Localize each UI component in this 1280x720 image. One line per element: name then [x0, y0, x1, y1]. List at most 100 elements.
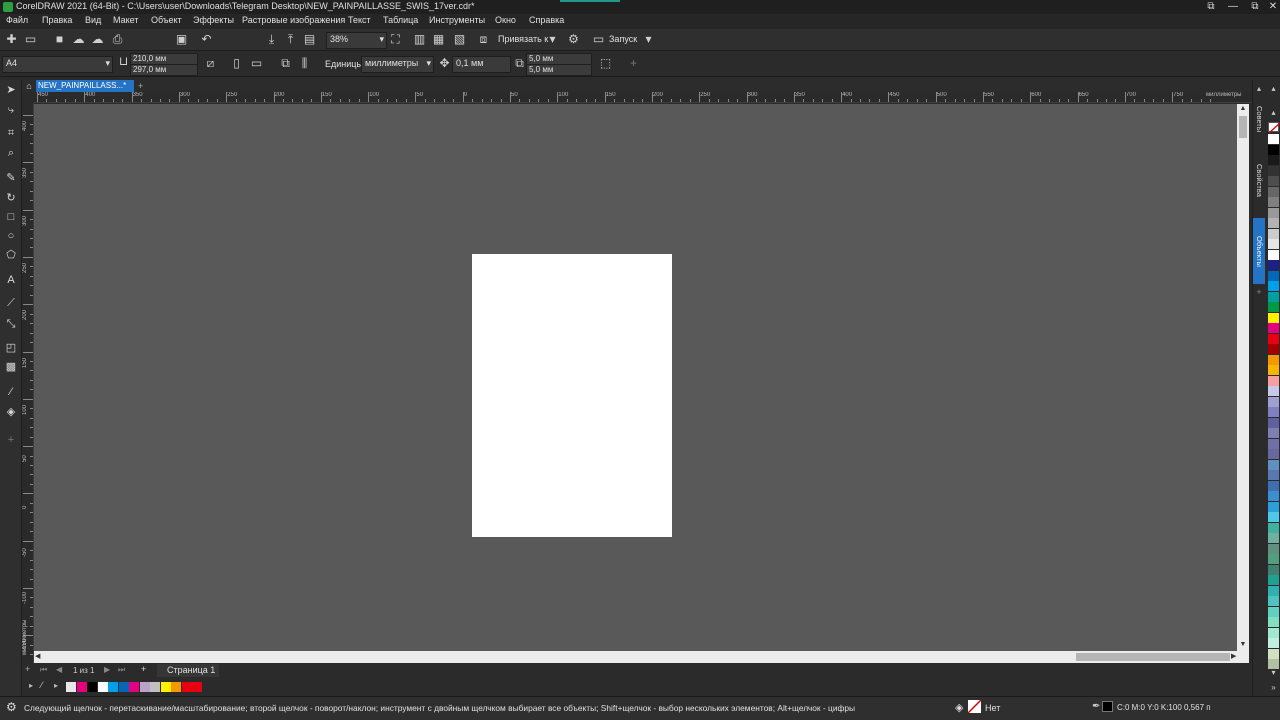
doc-palette-swatch[interactable] [97, 682, 108, 692]
palette-swatch[interactable] [1268, 407, 1279, 417]
pick-tool-icon[interactable]: ➤ [4, 83, 18, 97]
palette-swatch[interactable] [1268, 648, 1279, 659]
doc-palette-swatch[interactable] [129, 682, 139, 692]
menu-edit[interactable]: Правка [42, 15, 72, 25]
undo-icon[interactable]: ↶ [199, 32, 214, 47]
coreldraw-app-icon[interactable] [3, 2, 13, 12]
current-page-icon[interactable]: ⧉ [278, 56, 293, 71]
minimize-button[interactable]: — [1222, 0, 1244, 14]
palette-swatch[interactable] [1268, 344, 1279, 354]
palette-swatch[interactable] [1268, 165, 1279, 176]
zoom-tool-icon[interactable]: ⌕ [4, 146, 18, 160]
palette-swatch[interactable] [1268, 543, 1279, 554]
grid-icon[interactable]: ▦ [431, 32, 446, 47]
palette-swatch[interactable] [1268, 365, 1279, 375]
export-icon[interactable]: ⤒ [283, 32, 298, 47]
palette-expand-icon[interactable]: » [1268, 683, 1279, 693]
palette-swatch[interactable] [1268, 354, 1279, 365]
doc-palette-swatch[interactable] [66, 682, 76, 692]
document-page[interactable] [472, 254, 672, 537]
palette-swatch[interactable] [1268, 575, 1279, 585]
palette-swatch[interactable] [1268, 396, 1279, 407]
palette-swatch[interactable] [1268, 144, 1279, 155]
palette-swatch[interactable] [1268, 501, 1279, 512]
palette-swatch[interactable] [1268, 281, 1279, 291]
menu-object[interactable]: Объект [151, 15, 182, 25]
eyedropper-icon[interactable]: ⁄ [4, 385, 18, 399]
vertical-scrollbar[interactable] [1237, 104, 1249, 651]
horizontal-scroll-thumb[interactable] [1076, 653, 1230, 661]
units-combo[interactable]: миллиметры ▾ [361, 56, 434, 73]
menu-table[interactable]: Таблица [383, 15, 418, 25]
vertical-ruler[interactable]: 400 350 300 250 200 150 100 50 0 -50 -100 -150 милли… [22, 103, 34, 663]
last-page-icon[interactable]: ⏭ [118, 665, 125, 675]
palette-swatch[interactable] [1268, 375, 1279, 386]
palette-swatch[interactable] [1268, 564, 1279, 575]
transparency-icon[interactable]: ▩ [4, 360, 18, 374]
doc-palette-swatch[interactable] [87, 682, 97, 692]
palette-swatch[interactable] [1268, 291, 1279, 302]
print-icon[interactable]: ⎙ [110, 32, 125, 47]
menu-help[interactable]: Справка [529, 15, 564, 25]
palette-swatch[interactable] [1268, 218, 1279, 228]
menu-tools[interactable]: Инструменты [429, 15, 485, 25]
palette-swatch[interactable] [1268, 302, 1279, 312]
drop-shadow-icon[interactable]: ◰ [4, 341, 18, 355]
new-document-icon[interactable]: ✚ [4, 32, 19, 47]
palette-swatch[interactable] [1268, 627, 1279, 638]
menu-bitmaps[interactable]: Растровые изображения [242, 15, 345, 25]
launch-dropdown[interactable]: Запуск [609, 34, 637, 44]
doc-palette-swatch[interactable] [150, 682, 160, 692]
drawing-canvas[interactable] [34, 104, 1237, 651]
palette-swatch[interactable] [1268, 459, 1279, 470]
palette-scroll-up-icon[interactable]: ▴ [1268, 84, 1279, 94]
zoom-level-combo[interactable]: 38% ▾ [326, 32, 387, 49]
menu-effects[interactable]: Эффекты [193, 15, 234, 25]
horizontal-scrollbar[interactable] [34, 651, 1249, 663]
prev-page-icon[interactable]: ◀ [56, 665, 62, 674]
document-tab[interactable]: NEW_PAINPAILLASS...* [36, 80, 134, 92]
palette-arrow-icon[interactable]: ▸ [29, 681, 33, 690]
palette-swatch[interactable] [1268, 585, 1279, 596]
snap-icon[interactable]: ⧈ [476, 32, 491, 47]
save-icon[interactable]: ■ [52, 32, 67, 47]
palette-swatch[interactable] [1268, 249, 1279, 260]
page-frame-icon[interactable]: ⬚ [598, 56, 613, 71]
menu-layout[interactable]: Макет [113, 15, 138, 25]
fill-none-swatch[interactable] [968, 700, 981, 713]
palette-swatch[interactable] [1268, 260, 1279, 270]
text-tool-icon[interactable]: A [4, 273, 18, 287]
palette-swatch[interactable] [1268, 512, 1279, 522]
cloud-sync-icon[interactable]: ☁ [71, 32, 86, 47]
page-size-combo[interactable]: A4 ▾ [2, 56, 113, 73]
settings-gear-icon[interactable]: ⚙ [6, 700, 17, 714]
doc-palette-swatch[interactable] [171, 682, 181, 692]
outline-color-swatch[interactable] [1102, 701, 1113, 712]
add-docker-icon[interactable]: + [1254, 287, 1264, 297]
add-page-before-icon[interactable]: + [25, 664, 30, 674]
interactive-fill-icon[interactable]: ◈ [4, 405, 18, 419]
nudge-distance-field[interactable]: 0,1 мм [452, 56, 511, 73]
docker-scroll-up-icon[interactable]: ▴ [1254, 84, 1264, 96]
scroll-right-icon[interactable]: ▶ [1231, 652, 1240, 662]
landscape-icon[interactable]: ▭ [249, 56, 264, 71]
scroll-up-icon[interactable]: ▲ [1239, 105, 1247, 114]
vertical-scroll-thumb[interactable] [1239, 116, 1247, 138]
palette-swatch[interactable] [1268, 470, 1279, 480]
palette-swatch[interactable] [1268, 606, 1279, 617]
chevron-down-icon[interactable]: ▾ [545, 32, 560, 47]
rectangle-tool-icon[interactable]: □ [4, 210, 18, 224]
no-color-swatch[interactable] [1268, 122, 1280, 133]
freehand-tool-icon[interactable]: ✎ [4, 171, 18, 185]
palette-swatch[interactable] [1268, 638, 1279, 648]
page-bleed-icon[interactable]: ⫼ [297, 56, 312, 71]
paste-icon[interactable]: ▣ [174, 32, 189, 47]
palette-swatch[interactable] [1268, 438, 1279, 449]
palette-swatch[interactable] [1268, 312, 1279, 323]
palette-swatch[interactable] [1268, 333, 1279, 344]
palette-swatch[interactable] [1268, 270, 1279, 281]
new-tab-icon[interactable]: + [138, 80, 148, 92]
palette-swatch[interactable] [1268, 596, 1279, 606]
palette-swatch[interactable] [1268, 491, 1279, 501]
chevron-down-icon[interactable]: ▾ [641, 32, 656, 47]
